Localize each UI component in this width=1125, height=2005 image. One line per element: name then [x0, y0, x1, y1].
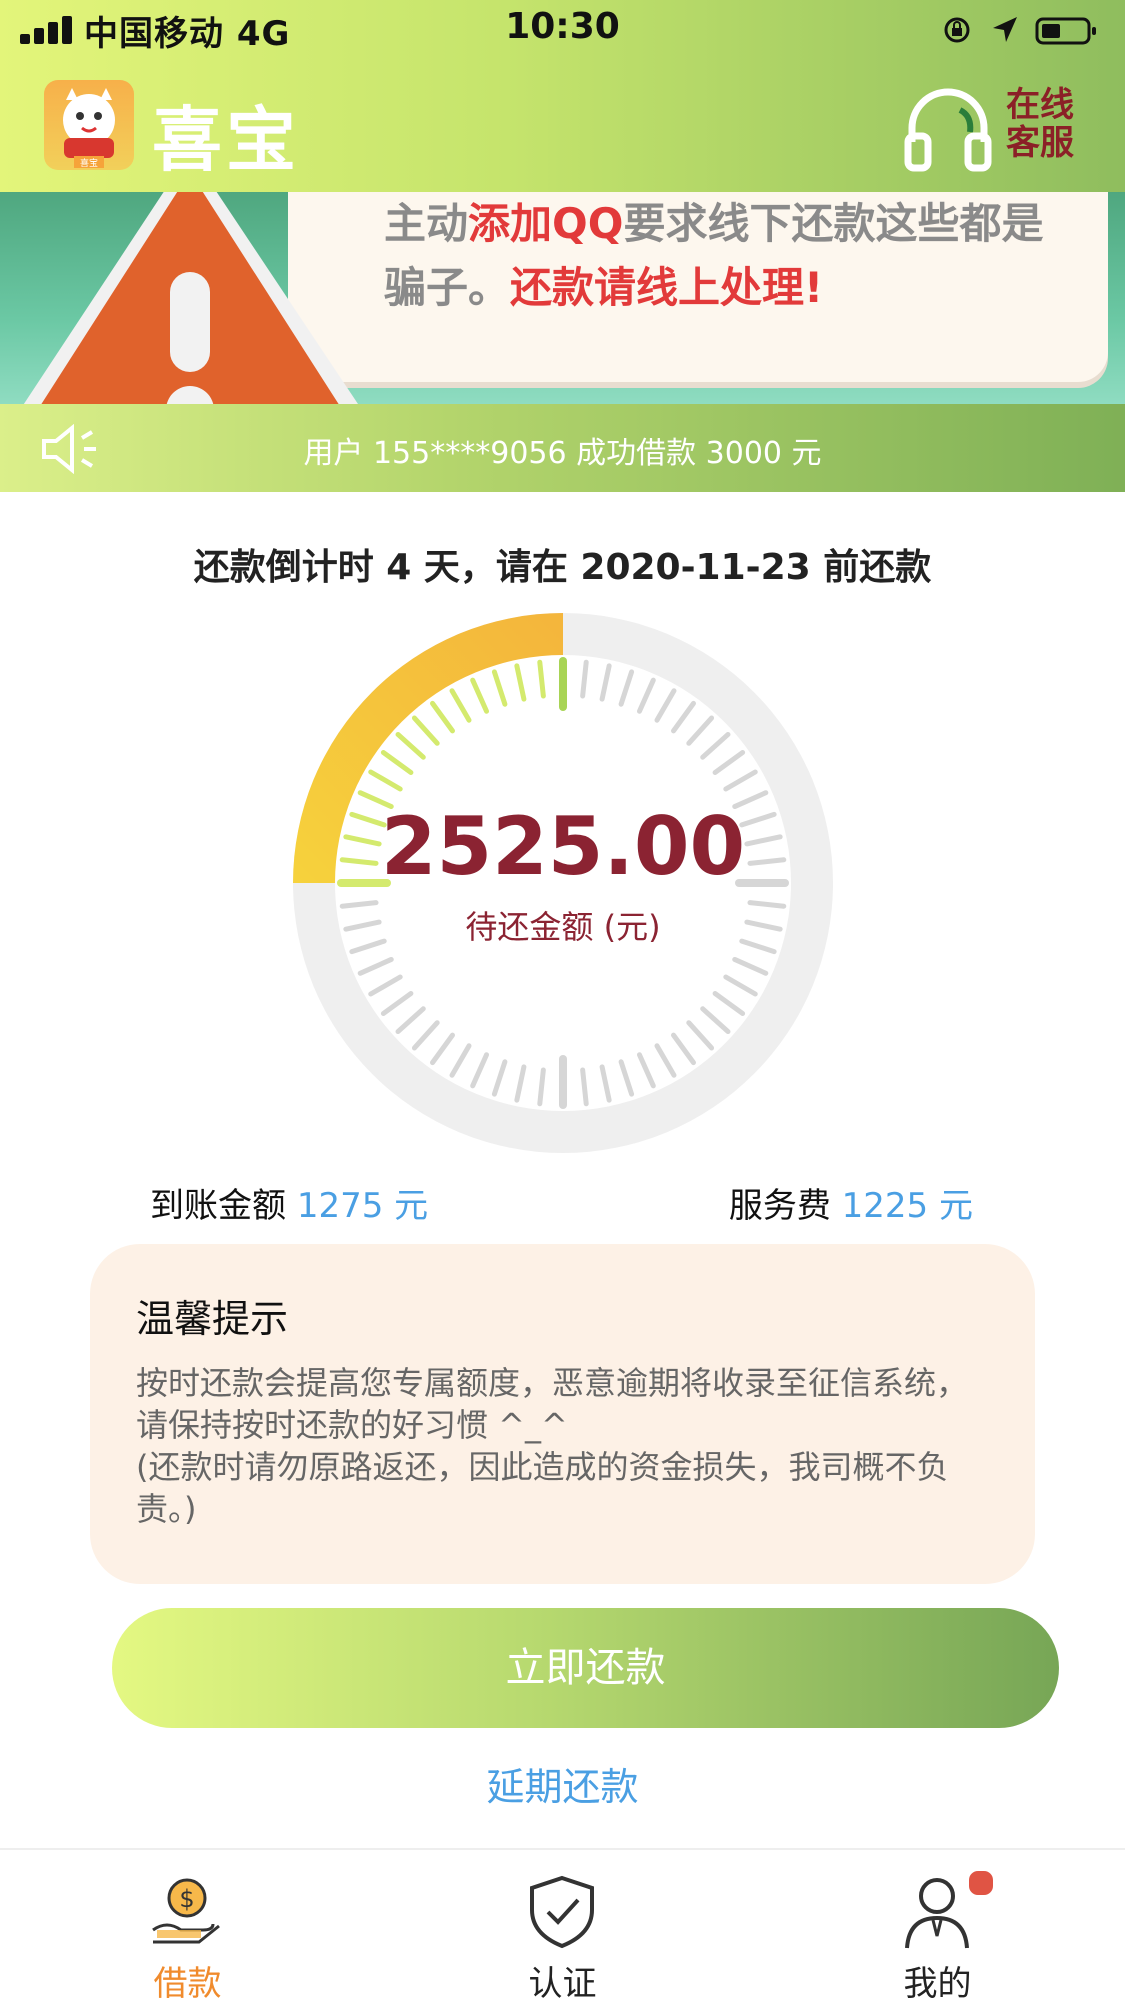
tab-loan-label: 借款 — [153, 1964, 222, 2004]
banner-text: 主动添加QQ要求线下还款这些都是骗子。还款请线上处理! — [384, 199, 1044, 312]
app-logo: 喜宝 — [44, 80, 134, 170]
tab-verify[interactable]: 认证 — [375, 1850, 750, 2004]
notice-bar: 用户 155****9056 成功借款 3000 元 — [0, 404, 1125, 492]
gauge-tick — [580, 659, 589, 699]
logo-caption: 喜宝 — [80, 157, 98, 169]
online-service-button[interactable]: 在线 客服 — [900, 80, 1090, 176]
warning-triangle-icon — [23, 192, 358, 404]
battery-icon — [1035, 17, 1096, 45]
tab-loan[interactable]: $ 借款 — [0, 1850, 375, 2004]
headset-icon — [904, 88, 992, 172]
notification-dot — [966, 1868, 996, 1898]
bottom-tab-bar: $ 借款 认证 我的 — [0, 1848, 1125, 2004]
user-profile-icon — [905, 1878, 969, 1949]
tab-mine[interactable]: 我的 — [750, 1850, 1125, 2004]
fee-value: 1225 元 — [841, 1186, 973, 1226]
status-icons — [943, 12, 1103, 48]
received-amount: 到账金额 1275 元 — [150, 1178, 428, 1227]
gauge-tick — [537, 659, 546, 699]
service-label-line1: 在线 — [1006, 85, 1074, 125]
svg-text:$: $ — [179, 1885, 194, 1913]
banner-card: 主动添加QQ要求线下还款这些都是骗子。还款请线上处理! — [288, 192, 1108, 382]
service-fee: 服务费 1225 元 — [729, 1178, 973, 1227]
top-header-bar: 中国移动 4G 10:30 喜宝 喜宝 在线 客服 — [0, 0, 1125, 192]
extend-repayment-link[interactable]: 延期还款 — [0, 1756, 1125, 1811]
fee-label: 服务费 — [728, 1186, 831, 1226]
gauge-tick — [580, 1067, 589, 1107]
received-value: 1275 元 — [296, 1186, 429, 1226]
tab-verify-label: 认证 — [528, 1964, 597, 2004]
loan-hand-coin-icon: $ — [152, 1878, 220, 1944]
anti-fraud-banner[interactable]: 主动添加QQ要求线下还款这些都是骗子。还款请线上处理! — [0, 192, 1125, 404]
tips-title: 温馨提示 — [136, 1297, 289, 1341]
app-title: 喜宝 — [152, 99, 300, 181]
shield-check-icon — [530, 1875, 594, 1949]
service-label-line2: 客服 — [1006, 123, 1074, 163]
received-label: 到账金额 — [150, 1186, 286, 1226]
tips-card: 温馨提示 按时还款会提高您专属额度，恶意逾期将收录至征信系统，请保持按时还款的好… — [90, 1244, 1035, 1584]
amount-due-label: 待还金额 (元) — [465, 908, 661, 946]
amount-due: 2525.00 — [380, 800, 746, 893]
orientation-lock-icon — [944, 17, 970, 43]
gauge-tick — [537, 1067, 546, 1107]
status-bar: 中国移动 4G 10:30 — [0, 0, 1125, 60]
tab-mine-label: 我的 — [903, 1964, 972, 2004]
repayment-countdown: 还款倒计时 4 天，请在 2020-11-23 前还款 — [193, 547, 932, 588]
notice-text: 用户 155****9056 成功借款 3000 元 — [303, 436, 822, 471]
pay-now-button[interactable]: 立即还款 — [112, 1608, 1059, 1728]
tips-body: 按时还款会提高您专属额度，恶意逾期将收录至征信系统，请保持按时还款的好习惯 ^_… — [136, 1364, 969, 1528]
location-arrow-icon — [993, 17, 1017, 42]
